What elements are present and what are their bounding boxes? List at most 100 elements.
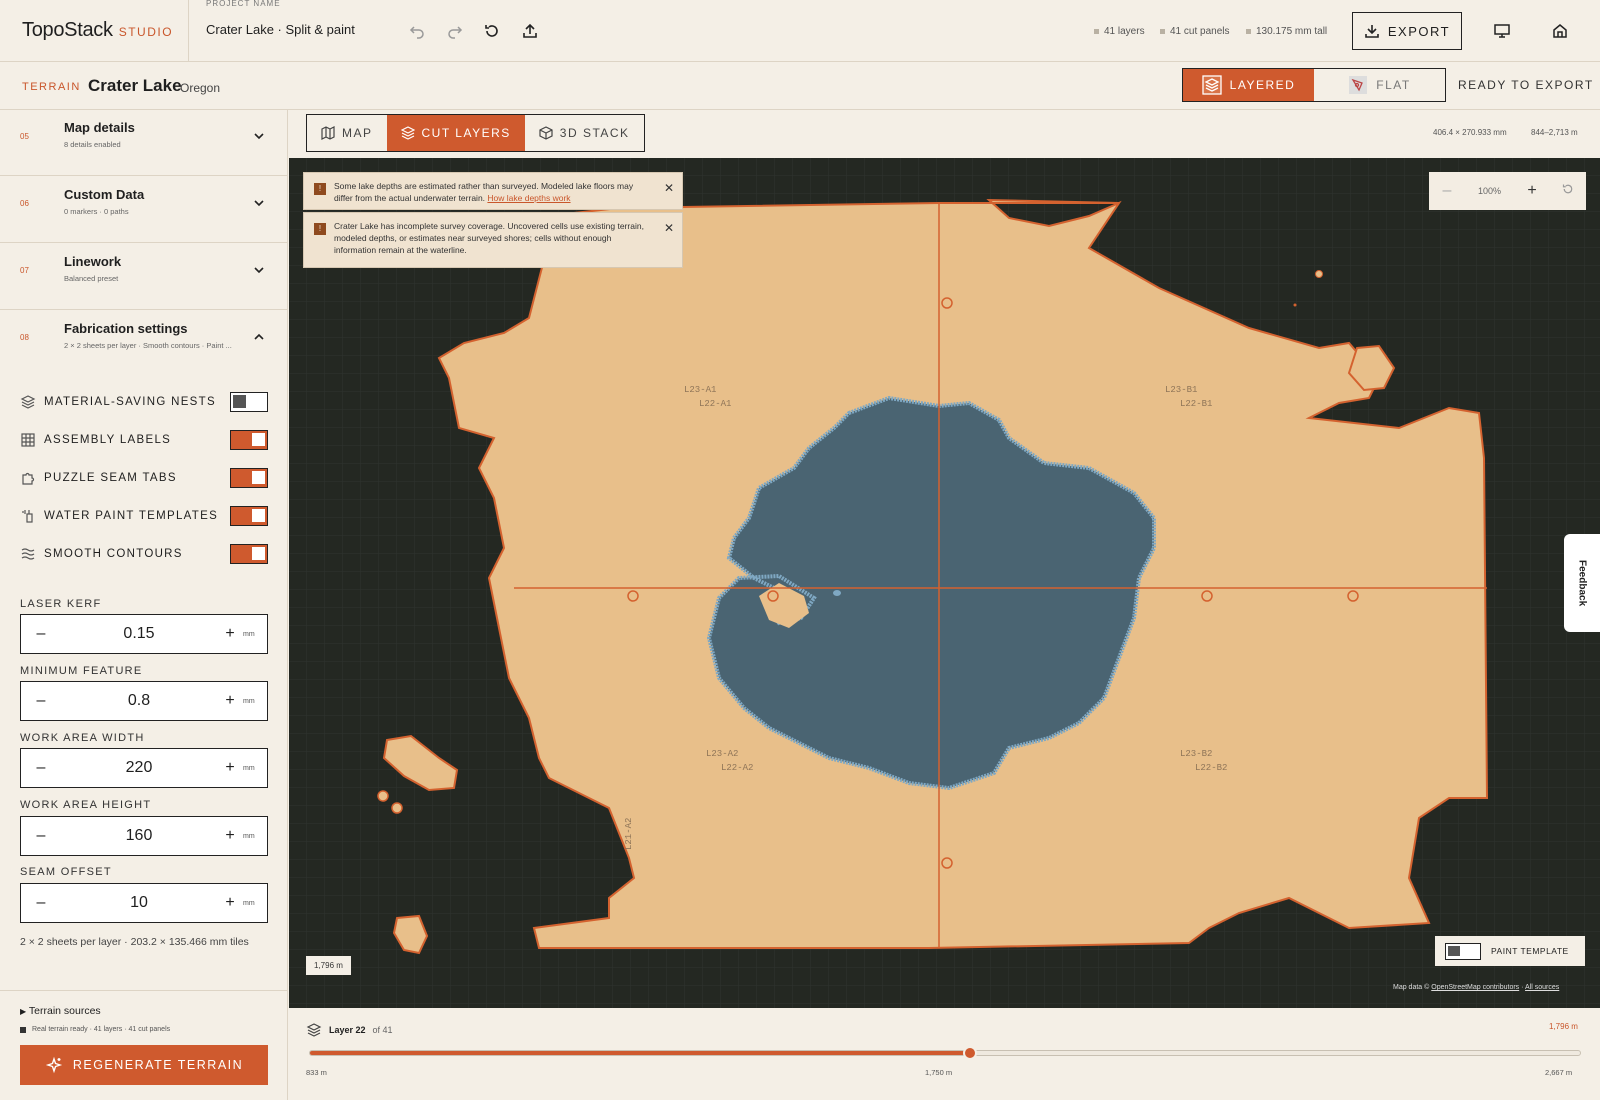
increment-button[interactable]: + — [217, 759, 243, 777]
decrement-button[interactable]: – — [21, 894, 61, 912]
decrement-button[interactable]: – — [21, 759, 61, 777]
redo-button[interactable] — [443, 19, 467, 43]
material-saving-switch[interactable] — [230, 392, 268, 412]
decrement-button[interactable]: – — [21, 625, 61, 643]
terrain-bar: TERRAIN Crater Lake Oregon LAYERED FLAT … — [0, 62, 1600, 110]
tick-min: 833 m — [306, 1068, 327, 1077]
app-name: TopoStack — [22, 19, 113, 41]
map-icon — [321, 126, 335, 140]
toggle-puzzle-seam-tabs[interactable]: PUZZLE SEAM TABS — [20, 466, 268, 490]
chevron-down-icon[interactable] — [251, 262, 267, 278]
tiles-note: 2 × 2 sheets per layer · 203.2 × 135.466… — [20, 936, 249, 948]
regenerate-terrain-button[interactable]: REGENERATE TERRAIN — [20, 1045, 268, 1085]
layer-slider-track[interactable] — [309, 1046, 1581, 1060]
zoom-control: – 100% + — [1429, 172, 1586, 210]
project-name[interactable]: Crater Lake · Split & paint — [206, 22, 355, 37]
layer-canvas[interactable]: L23-A1 L22-A1 L23-B1 L22-B1 L23-A2 L22-A… — [289, 158, 1600, 1008]
alert-text: Crater Lake has incomplete survey covera… — [334, 221, 644, 255]
grid-icon — [21, 433, 35, 447]
chevron-down-icon[interactable] — [251, 195, 267, 211]
chevron-up-icon[interactable] — [251, 329, 267, 345]
tab-cut-layers[interactable]: CUT LAYERS — [386, 115, 525, 151]
increment-button[interactable]: + — [217, 827, 243, 845]
tab-3d-stack[interactable]: 3D STACK — [525, 115, 644, 151]
increment-button[interactable]: + — [217, 692, 243, 710]
panel-label: L23-A2 — [706, 749, 738, 759]
toggle-material-saving-nests[interactable]: MATERIAL-SAVING NESTS — [20, 390, 268, 414]
zoom-in-button[interactable]: + — [1514, 182, 1550, 200]
close-icon[interactable]: ✕ — [664, 181, 674, 195]
mode-flat-button[interactable]: FLAT — [1314, 69, 1445, 101]
home-button[interactable] — [1548, 19, 1572, 43]
chevron-down-icon[interactable] — [251, 128, 267, 144]
alert-survey-coverage: ! Crater Lake has incomplete survey cove… — [303, 212, 683, 268]
smooth-contours-switch[interactable] — [230, 544, 268, 564]
reset-button[interactable] — [480, 19, 504, 43]
feedback-tab[interactable]: Feedback — [1564, 534, 1600, 632]
assembly-labels-switch[interactable] — [230, 430, 268, 450]
osm-link[interactable]: OpenStreetMap contributors — [1431, 984, 1519, 991]
paint-template-toggle[interactable]: PAINT TEMPLATE — [1435, 936, 1585, 966]
lake-depths-link[interactable]: How lake depths work — [487, 193, 570, 203]
redo-icon — [448, 26, 463, 39]
dimension-readout: 406.4 × 270.933 mm — [1433, 128, 1507, 137]
decrement-button[interactable]: – — [21, 827, 61, 845]
field-label-minimum-feature: MINIMUM FEATURE — [20, 665, 143, 677]
mode-layered-label: LAYERED — [1229, 78, 1296, 92]
share-button[interactable] — [518, 19, 542, 43]
section-fabrication[interactable]: 08 Fabrication settings 2 × 2 sheets per… — [0, 311, 288, 377]
section-custom-data[interactable]: 06 Custom Data 0 markers · 0 paths — [0, 177, 288, 243]
field-label-seam-offset: SEAM OFFSET — [20, 866, 112, 878]
terrain-sources-label: Terrain sources — [28, 1005, 101, 1017]
paint-template-switch[interactable] — [1445, 942, 1481, 960]
paint-templates-switch[interactable] — [230, 506, 268, 526]
stepper-value[interactable]: 0.15 — [61, 625, 217, 643]
preview-button[interactable] — [1490, 19, 1514, 43]
app-logo[interactable]: TopoStack STUDIO — [22, 19, 173, 42]
sidebar-footer: ▶ Terrain sources Real terrain ready · 4… — [0, 990, 288, 1100]
cube-icon — [539, 126, 553, 140]
unit-label: mm — [243, 697, 255, 705]
mode-layered-button[interactable]: LAYERED — [1183, 69, 1314, 101]
all-sources-link[interactable]: All sources — [1525, 984, 1559, 991]
stepper-value[interactable]: 160 — [61, 827, 217, 845]
stepper-value[interactable]: 220 — [61, 759, 217, 777]
tab-map[interactable]: MAP — [307, 115, 387, 151]
section-number: 06 — [20, 199, 29, 208]
export-button[interactable]: EXPORT — [1352, 12, 1462, 50]
undo-button[interactable] — [405, 19, 429, 43]
zoom-reset-button[interactable] — [1550, 182, 1586, 200]
disclosure-triangle-icon: ▶ — [20, 1007, 27, 1016]
alert-text: Some lake depths are estimated rather th… — [334, 181, 634, 203]
section-linework[interactable]: 07 Linework Balanced preset — [0, 244, 288, 310]
stat-panels: 41 cut panels — [1160, 26, 1230, 37]
increment-button[interactable]: + — [217, 625, 243, 643]
section-title: Linework — [64, 254, 122, 269]
mode-flat-label: FLAT — [1376, 78, 1411, 92]
toggle-water-paint-templates[interactable]: WATER PAINT TEMPLATES — [20, 504, 268, 528]
ready-status: READY TO EXPORT — [1458, 78, 1594, 92]
zoom-out-button[interactable]: – — [1429, 182, 1465, 200]
top-bar: TopoStack STUDIO PROJECT NAME Crater Lake… — [0, 0, 1600, 62]
brush-icon — [22, 510, 33, 523]
increment-button[interactable]: + — [217, 894, 243, 912]
decrement-button[interactable]: – — [21, 692, 61, 710]
stat-height: 130.175 mm tall — [1246, 26, 1327, 37]
close-icon[interactable]: ✕ — [664, 221, 674, 235]
credits-separator: · — [1521, 984, 1524, 991]
toggle-label: PUZZLE SEAM TABS — [44, 472, 177, 484]
islet — [1293, 303, 1297, 307]
toggle-assembly-labels[interactable]: ASSEMBLY LABELS — [20, 428, 268, 452]
terrain-sources-toggle[interactable]: ▶ Terrain sources — [20, 1005, 101, 1017]
stepper-value[interactable]: 0.8 — [61, 692, 217, 710]
regenerate-label: REGENERATE TERRAIN — [72, 1058, 244, 1072]
toggle-smooth-contours[interactable]: SMOOTH CONTOURS — [20, 542, 268, 566]
zoom-level: 100% — [1477, 186, 1502, 196]
stepper-value[interactable]: 10 — [61, 894, 217, 912]
field-label-work-area-height: WORK AREA HEIGHT — [20, 799, 152, 811]
layer-slider-handle[interactable] — [963, 1046, 978, 1060]
section-map-details[interactable]: 05 Map details 8 details enabled — [0, 110, 288, 176]
unit-label: mm — [243, 764, 255, 772]
puzzle-tabs-switch[interactable] — [230, 468, 268, 488]
work-area-height-stepper: – 160 + mm — [20, 816, 268, 856]
